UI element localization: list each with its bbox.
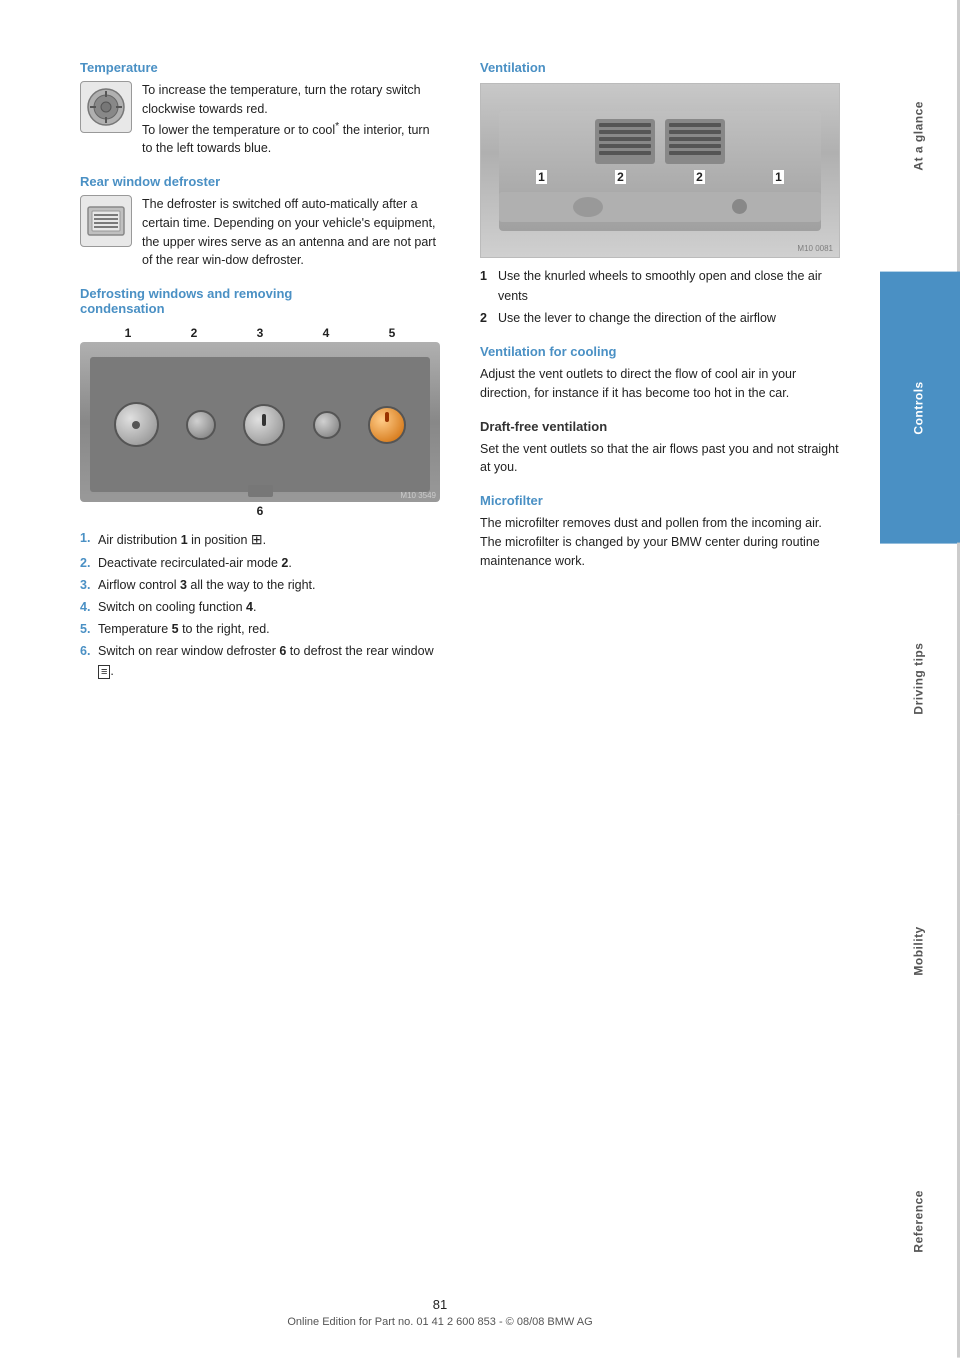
panel-num-3: 3 [240,326,280,340]
ventilation-title: Ventilation [480,60,840,75]
control-panel-diagram: 1 2 3 4 5 [80,326,440,518]
vent-num-1-right: 1 [773,170,784,184]
ventilation-items: 1 Use the knurled wheels to smoothly ope… [480,266,840,328]
vent-cooling-title: Ventilation for cooling [480,344,840,359]
sidebar-tab-driving-tips[interactable]: Driving tips [880,543,960,815]
footer-text: Online Edition for Part no. 01 41 2 600 … [0,1316,880,1328]
vent-grilles [531,119,789,164]
rear-window-icon [80,195,132,247]
panel-num-5: 5 [372,326,412,340]
step-3: 3. Airflow control 3 all the way to the … [80,575,440,595]
sidebar-tab-mobility[interactable]: Mobility [880,815,960,1087]
draft-free-title: Draft-free ventilation [480,419,840,434]
microfilter-text: The microfilter removes dust and pollen … [480,514,840,570]
vent-num-1-left: 1 [536,170,547,184]
knob-3 [243,404,285,446]
knob-6-indicator [248,485,273,497]
panel-num-6: 6 [80,504,440,518]
defrosting-title: Defrosting windows and removingcondensat… [80,286,440,316]
step-2: 2. Deactivate recirculated-air mode 2. [80,553,440,573]
panel-num-2: 2 [174,326,214,340]
diagram-watermark: M10 3549 [400,491,436,500]
draft-free-text: Set the vent outlets so that the air flo… [480,440,840,478]
step-1: 1. Air distribution 1 in position ⊞. [80,528,440,550]
vent-num-labels: 1 2 2 1 [531,170,789,184]
vent-grille-area: 1 2 2 1 [499,111,821,231]
vent-cooling-text: Adjust the vent outlets to direct the fl… [480,365,840,403]
vent-watermark: M10 0081 [797,244,833,253]
vent-item-2: 2 Use the lever to change the direction … [480,308,840,328]
panel-num-1: 1 [108,326,148,340]
sidebar: At a glance Controls Driving tips Mobili… [880,0,960,1358]
step-4: 4. Switch on cooling function 4. [80,597,440,617]
knob-1 [114,402,159,447]
rear-window-title: Rear window defroster [80,174,440,189]
temperature-text: To increase the temperature, turn the ro… [142,81,440,158]
vent-diagram-inner: 1 2 2 1 M10 0081 [481,84,839,257]
page-number: 81 [0,1297,880,1312]
sidebar-tab-controls[interactable]: Controls [880,272,960,544]
rear-window-text: The defroster is switched off auto-matic… [142,195,440,270]
vent-grille-left [595,119,655,164]
microfilter-title: Microfilter [480,493,840,508]
sidebar-tab-reference[interactable]: Reference [880,1086,960,1358]
step-6: 6. Switch on rear window defroster 6 to … [80,641,440,682]
temperature-title: Temperature [80,60,440,75]
vent-num-2-right: 2 [694,170,705,184]
vent-num-2-left: 2 [615,170,626,184]
vent-item-1: 1 Use the knurled wheels to smoothly ope… [480,266,840,306]
knob-4 [313,411,341,439]
page-footer: 81 Online Edition for Part no. 01 41 2 6… [0,1297,880,1328]
knob-5 [368,406,406,444]
ctrl-panel-inner [90,357,430,492]
vent-lower-panel [499,192,821,222]
temperature-icon [80,81,132,133]
rear-window-section: The defroster is switched off auto-matic… [80,195,440,270]
knob-2 [186,410,216,440]
temperature-section: To increase the temperature, turn the ro… [80,81,440,158]
sidebar-tab-at-a-glance[interactable]: At a glance [880,0,960,272]
vent-grille-right [665,119,725,164]
ctrl-panel: M10 3549 [80,342,440,502]
defrosting-steps: 1. Air distribution 1 in position ⊞. 2. … [80,528,440,681]
panel-numbers-top: 1 2 3 4 5 [80,326,440,340]
step-5: 5. Temperature 5 to the right, red. [80,619,440,639]
vent-diagram: 1 2 2 1 M10 0081 [480,83,840,258]
panel-num-4: 4 [306,326,346,340]
